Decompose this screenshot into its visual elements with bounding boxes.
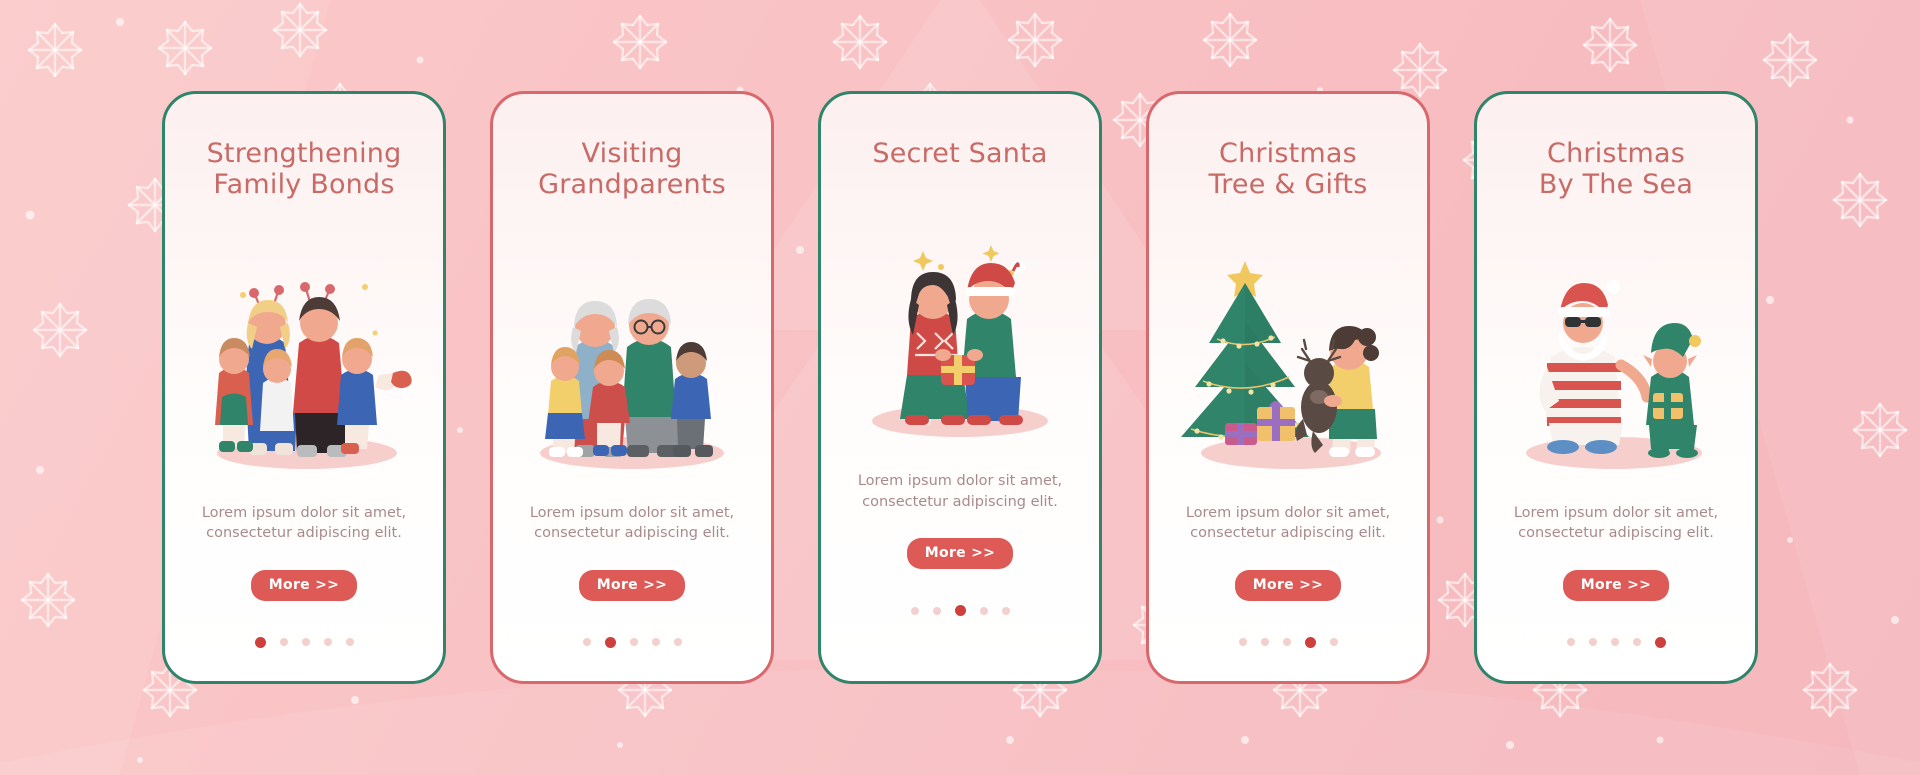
pagination-dot[interactable] [932,606,941,615]
more-button[interactable]: More >> [906,538,1014,570]
pagination-dot[interactable] [1632,638,1641,647]
pagination-dot[interactable] [301,638,310,647]
pagination-dot[interactable] [1001,606,1010,615]
pagination-dot[interactable] [582,638,591,647]
card-body-text: Lorem ipsum dolor sit amet, consectetur … [857,473,1063,510]
card-title: Visiting Grandparents [538,138,726,201]
pagination-dots[interactable] [254,636,354,648]
card-body-text: Lorem ipsum dolor sit amet, consectetur … [201,504,407,542]
card-body-text: Lorem ipsum dolor sit amet, consectetur … [529,504,735,542]
card-title: Christmas Tree & Gifts [1208,138,1368,201]
card-body-text: Lorem ipsum dolor sit amet, consectetur … [1185,504,1391,542]
onboarding-card-list: Strengthening Family Bonds Lorem ipsum d… [0,0,1920,775]
more-button[interactable]: More >> [250,569,358,601]
card-title: Christmas By The Sea [1538,138,1694,201]
pagination-dot[interactable] [1654,636,1666,648]
card-body-text: Lorem ipsum dolor sit amet, consectetur … [1513,504,1719,542]
pagination-dots[interactable] [910,605,1010,617]
pagination-dot[interactable] [1588,638,1597,647]
pagination-dot[interactable] [1566,638,1575,647]
pagination-dot[interactable] [345,638,354,647]
pagination-dot[interactable] [629,638,638,647]
pagination-dots[interactable] [1566,636,1666,648]
pagination-dot[interactable] [1260,638,1269,647]
pagination-dot[interactable] [673,638,682,647]
pagination-dot[interactable] [1282,638,1291,647]
pagination-dot[interactable] [254,636,266,648]
pagination-dot[interactable] [651,638,660,647]
onboarding-card-visiting-grandparents[interactable]: Visiting Grandparents Lorem ipsum dolor … [490,91,774,684]
onboarding-screens-stage: Strengthening Family Bonds Lorem ipsum d… [0,0,1920,775]
more-button[interactable]: More >> [1234,569,1342,601]
pagination-dot[interactable] [979,606,988,615]
pagination-dot[interactable] [604,636,616,648]
pagination-dot[interactable] [910,606,919,615]
pagination-dot[interactable] [1610,638,1619,647]
pagination-dots[interactable] [582,636,682,648]
pagination-dot[interactable] [954,605,966,617]
pagination-dot[interactable] [1304,636,1316,648]
pagination-dot[interactable] [323,638,332,647]
more-button[interactable]: More >> [1562,569,1670,601]
onboarding-card-secret-santa[interactable]: Secret Santa Lorem ipsum dolor sit amet,… [818,91,1102,684]
onboarding-card-christmas-by-the-sea[interactable]: Christmas By The Sea Lorem ipsum dolor s… [1474,91,1758,684]
pagination-dots[interactable] [1238,636,1338,648]
illustration-grandparents-and-grandchildren [493,227,771,477]
pagination-dot[interactable] [1329,638,1338,647]
pagination-dot[interactable] [279,638,288,647]
onboarding-card-christmas-tree-and-gifts[interactable]: Christmas Tree & Gifts Lorem ipsum dolor… [1146,91,1430,684]
illustration-family-hugging [165,227,443,477]
card-title: Strengthening Family Bonds [206,138,402,201]
illustration-couple-exchanging-gift [821,195,1099,445]
card-title: Secret Santa [872,138,1048,169]
pagination-dot[interactable] [1238,638,1247,647]
more-button[interactable]: More >> [578,569,686,601]
illustration-beach-santa-and-elf [1477,227,1755,477]
onboarding-card-strengthening-family-bonds[interactable]: Strengthening Family Bonds Lorem ipsum d… [162,91,446,684]
illustration-christmas-tree-girl-with-presents [1149,227,1427,477]
